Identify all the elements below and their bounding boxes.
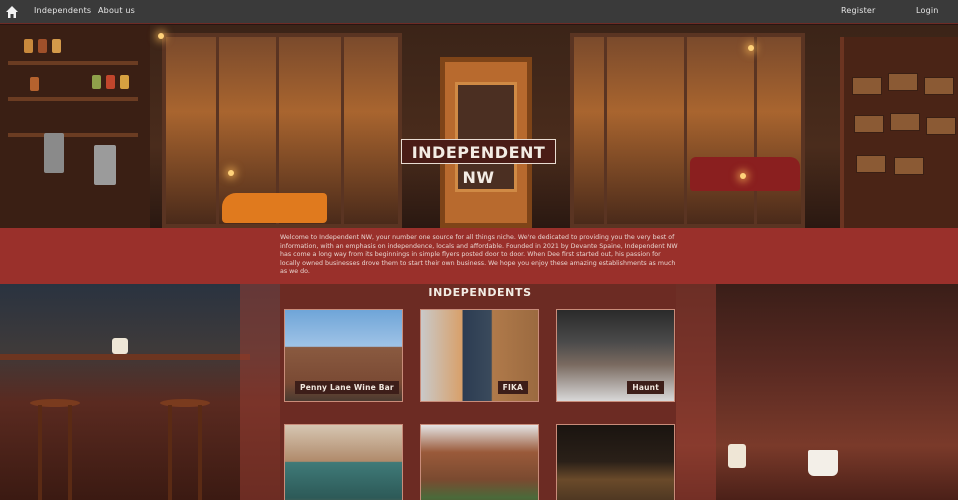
register-link[interactable]: Register (841, 6, 876, 15)
candle-icon (228, 170, 234, 176)
storefront-window-right (570, 33, 805, 228)
business-card-label: Penny Lane Wine Bar (295, 381, 399, 394)
intro-section: Welcome to Independent NW, your number o… (0, 228, 958, 284)
coffee-counter-illustration (676, 284, 958, 500)
business-card-fika[interactable]: FIKA (420, 309, 539, 402)
candle-icon (740, 173, 746, 179)
section-title: INDEPENDENTS (428, 286, 532, 299)
hero-banner: INDEPENDENT NW (0, 25, 958, 228)
lamp-icon (748, 45, 754, 51)
login-link[interactable]: Login (916, 6, 939, 15)
business-card-label: Haunt (627, 381, 664, 394)
intro-text: Welcome to Independent NW, your number o… (280, 234, 678, 275)
book-shelf-illustration (840, 37, 958, 228)
independents-section: INDEPENDENTS Penny Lane Wine Bar FIKA Ha… (0, 284, 958, 500)
business-card-penny-lane[interactable]: Penny Lane Wine Bar (284, 309, 403, 402)
business-card-label: FIKA (497, 381, 528, 394)
site-title: INDEPENDENT NW (401, 139, 556, 187)
lamp-icon (158, 33, 164, 39)
business-card[interactable] (420, 424, 539, 500)
business-card-haunt[interactable]: Haunt (556, 309, 675, 402)
nav-link-about-us[interactable]: About us (98, 6, 135, 15)
nav-link-independents[interactable]: Independents (34, 6, 91, 15)
cafe-shelf-illustration (0, 25, 150, 228)
business-card[interactable] (284, 424, 403, 500)
business-card[interactable] (556, 424, 675, 500)
top-nav: Independents About us Register Login (0, 0, 958, 24)
coffee-mug-icon (808, 450, 838, 476)
home-icon[interactable] (5, 5, 19, 19)
rainy-window-illustration (0, 284, 280, 500)
espresso-counter (222, 193, 327, 223)
